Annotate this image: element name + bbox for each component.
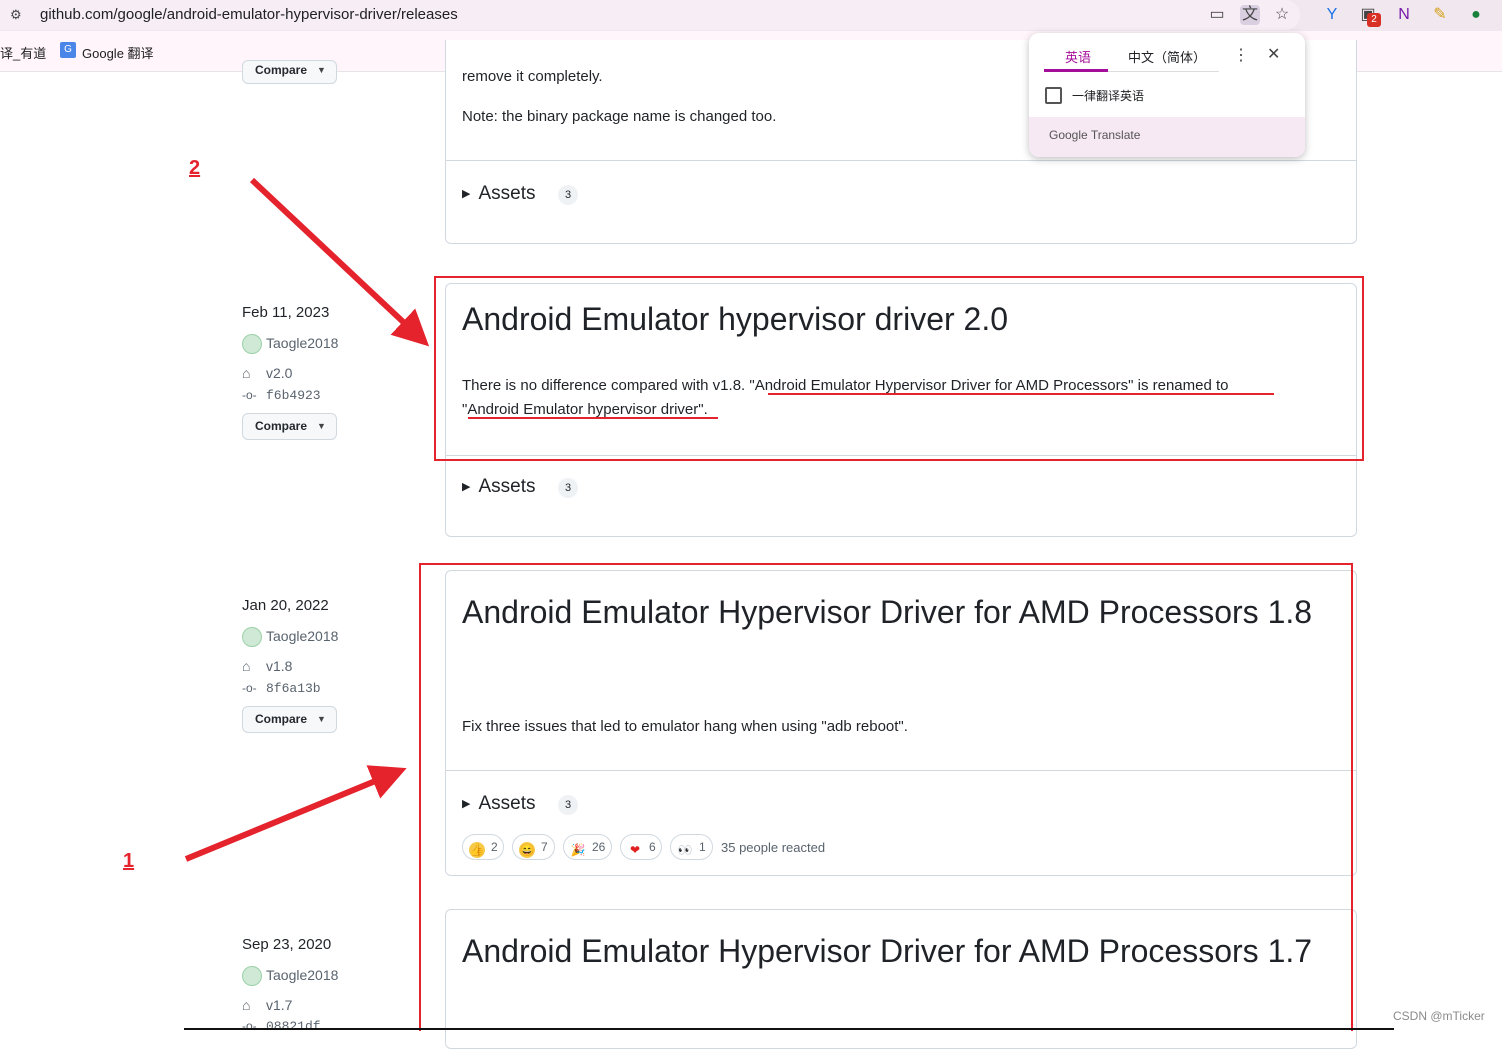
watermark: CSDN @mTicker (1393, 1009, 1485, 1023)
annotation-arrows (184, 177, 430, 862)
annotation-label-2: 2 (189, 157, 201, 179)
annotation-label-1: 1 (123, 850, 135, 872)
arrow-to-v2 (249, 177, 430, 347)
arrow-to-v1-8 (184, 765, 407, 862)
divider (184, 1028, 1394, 1030)
